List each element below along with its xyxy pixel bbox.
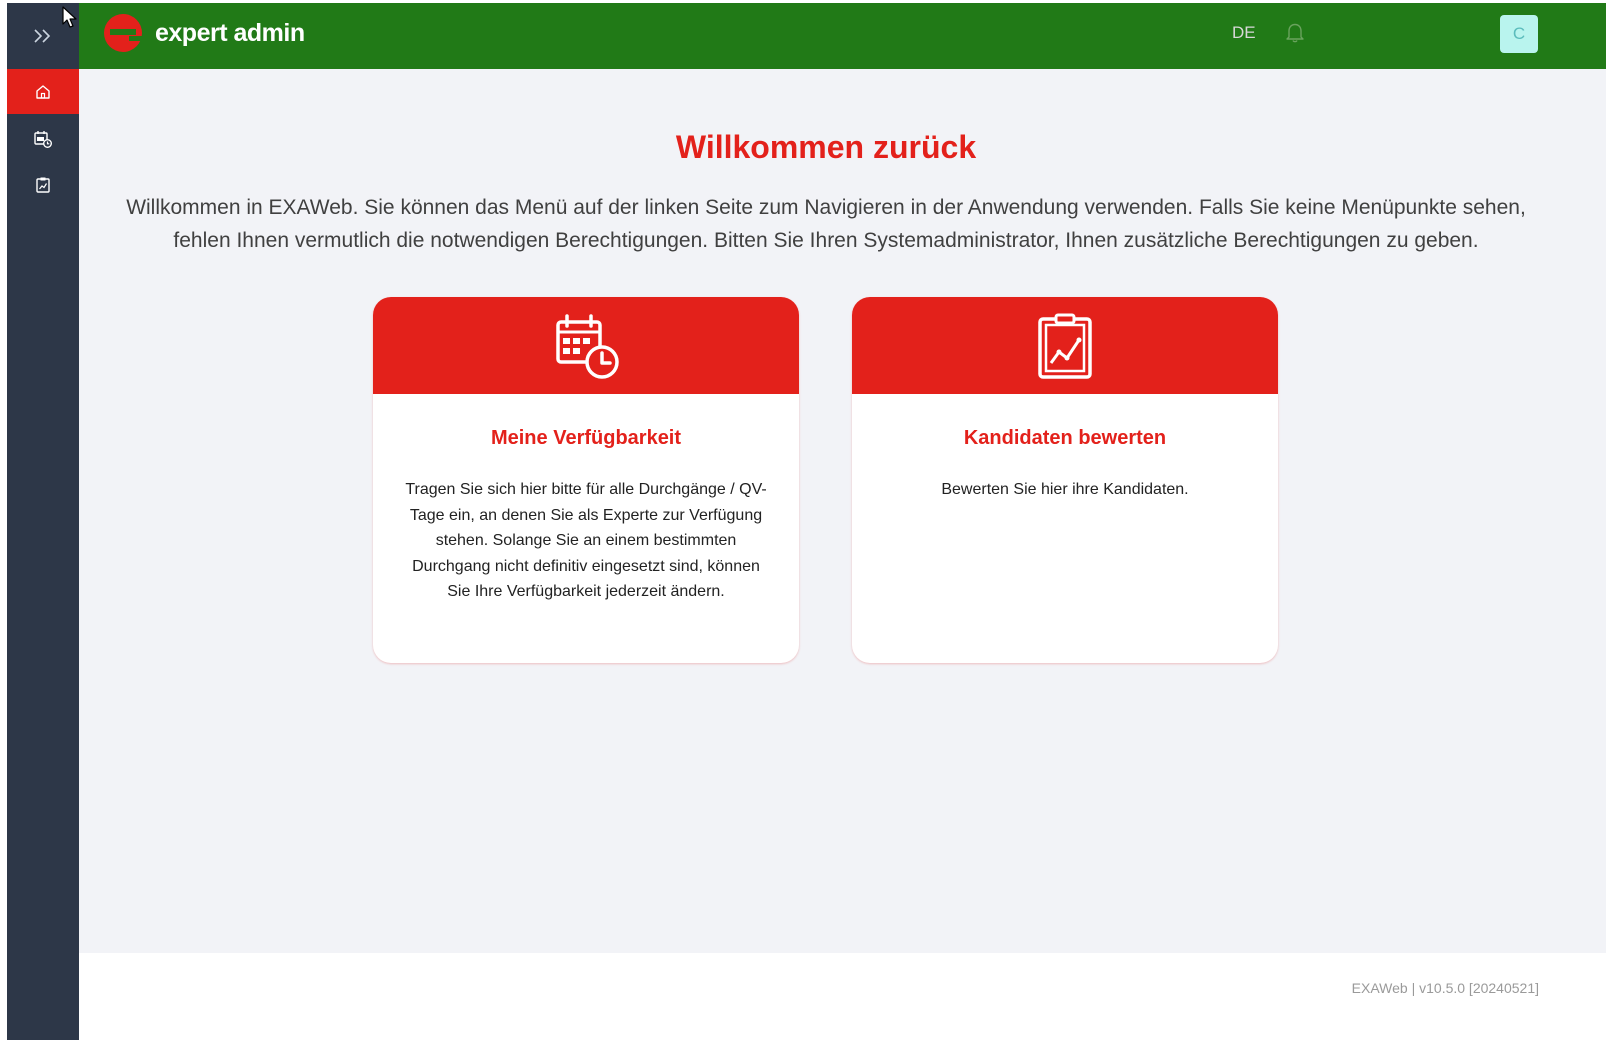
main-content: Willkommen zurück Willkommen in EXAWeb. … bbox=[79, 69, 1606, 953]
clipboard-chart-icon bbox=[36, 177, 50, 193]
double-chevron-right-icon bbox=[34, 29, 51, 43]
footer: EXAWeb | v10.5.0 [20240521] bbox=[79, 953, 1606, 1040]
card-availability[interactable]: Meine Verfügbarkeit Tragen Sie sich hier… bbox=[373, 297, 799, 663]
home-icon bbox=[36, 84, 50, 99]
card-title: Kandidaten bewerten bbox=[963, 427, 1167, 449]
card-title: Meine Verfügbarkeit bbox=[490, 427, 682, 449]
version-label: EXAWeb | v10.5.0 [20240521] bbox=[1351, 980, 1539, 996]
calendar-clock-icon bbox=[34, 130, 52, 148]
calendar-clock-icon bbox=[556, 313, 619, 379]
language-switch[interactable]: DE bbox=[1232, 23, 1256, 43]
card-header bbox=[852, 297, 1278, 394]
sidebar-item-home[interactable] bbox=[7, 69, 79, 114]
clipboard-chart-icon bbox=[1038, 313, 1092, 379]
brand-logo[interactable]: expert admin bbox=[103, 12, 305, 54]
mouse-cursor-icon bbox=[62, 6, 77, 28]
card-description: Tragen Sie sich hier bitte für alle Durc… bbox=[405, 481, 767, 601]
user-avatar[interactable]: C bbox=[1500, 15, 1538, 53]
intro-text: Willkommen in EXAWeb. Sie können das Men… bbox=[126, 196, 1526, 252]
sidebar-item-evaluate[interactable] bbox=[7, 162, 79, 207]
card-description: Bewerten Sie hier ihre Kandidaten. bbox=[941, 481, 1189, 498]
page-title: Willkommen zurück bbox=[675, 129, 977, 165]
sidebar-item-availability[interactable] bbox=[7, 116, 79, 161]
sidebar bbox=[7, 3, 79, 1040]
bell-icon[interactable] bbox=[1285, 21, 1305, 43]
logo-e-icon bbox=[104, 14, 143, 52]
card-header bbox=[373, 297, 799, 394]
top-bar: expert admin DE C bbox=[79, 3, 1606, 69]
card-evaluate-candidates[interactable]: Kandidaten bewerten Bewerten Sie hier ih… bbox=[852, 297, 1278, 663]
brand-name: expert admin bbox=[155, 18, 305, 47]
